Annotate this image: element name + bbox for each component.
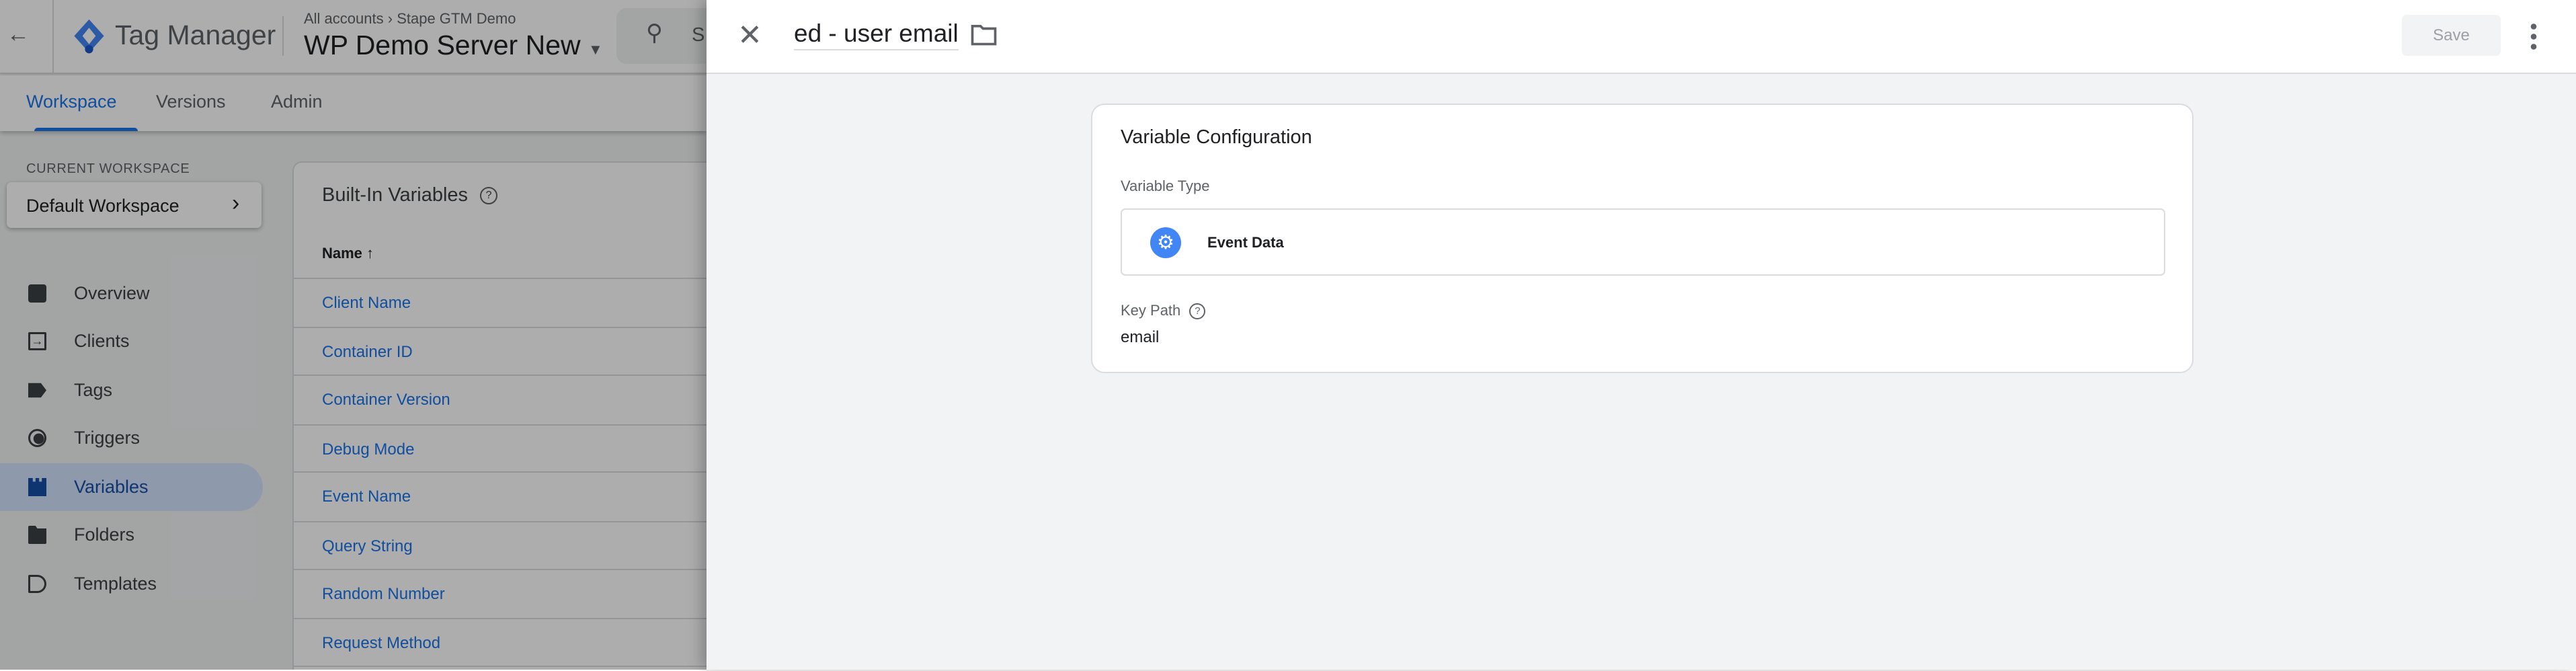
close-icon[interactable]: ✕ — [737, 18, 762, 52]
more-options-icon[interactable] — [2530, 22, 2537, 52]
variable-type-label: Variable Type — [1121, 177, 1210, 194]
panel-header: ✕ ed - user email Save — [707, 0, 2576, 74]
variable-type-name: Event Data — [1207, 234, 1284, 251]
config-title: Variable Configuration — [1121, 126, 1312, 148]
variable-configuration-card[interactable]: Variable Configuration Variable Type ⚙ E… — [1091, 104, 2193, 373]
save-button[interactable]: Save — [2402, 15, 2501, 56]
gear-icon: ⚙ — [1150, 227, 1181, 258]
folder-icon[interactable] — [971, 23, 997, 46]
key-path-label: Key Path ? — [1121, 302, 1206, 320]
variable-type-selector[interactable]: ⚙ Event Data — [1121, 208, 2165, 276]
help-icon[interactable]: ? — [1189, 303, 1206, 320]
variable-name-input[interactable]: ed - user email — [794, 19, 959, 50]
variable-editor-panel: ✕ ed - user email Save Variable Configur… — [707, 0, 2576, 670]
modal-scrim[interactable] — [0, 0, 707, 670]
key-path-value: email — [1121, 328, 1160, 346]
